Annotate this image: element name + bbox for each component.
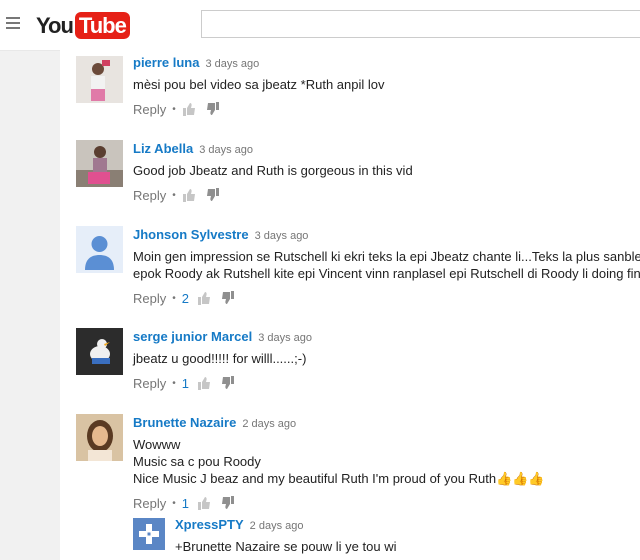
reply-button[interactable]: Reply	[133, 496, 166, 511]
separator-dot: •	[172, 292, 176, 304]
comment-text-line: Moin gen impression se Rutschell ki ekri…	[133, 249, 640, 264]
thumbs-down-icon[interactable]	[221, 376, 235, 390]
comment-actions: Reply •	[133, 101, 640, 117]
comment-time[interactable]: 3 days ago	[255, 230, 309, 242]
comment-time[interactable]: 3 days ago	[205, 58, 259, 70]
reply-button[interactable]: Reply	[133, 102, 166, 117]
thumbs-up-icon[interactable]	[182, 188, 196, 202]
comment-body: Brunette Nazaire 2 days ago Wowww Music s…	[133, 414, 640, 511]
comment-text: jbeatz u good!!!!! for willl......;-)	[133, 351, 307, 366]
comment-author[interactable]: Liz Abella	[133, 141, 193, 156]
search-input[interactable]	[201, 10, 640, 38]
thumbs-down-icon[interactable]	[221, 291, 235, 305]
comment-time[interactable]: 3 days ago	[199, 144, 253, 156]
comment-time[interactable]: 2 days ago	[250, 520, 304, 532]
comment-actions: Reply • 1	[133, 495, 640, 511]
like-count: 1	[181, 375, 189, 391]
comment-author[interactable]: Brunette Nazaire	[133, 415, 236, 430]
logo-tube: Tube	[74, 12, 130, 39]
comment-text-line: Wowww	[133, 437, 181, 452]
comment-author[interactable]: pierre luna	[133, 55, 199, 70]
comment-actions: Reply • 2	[133, 290, 640, 306]
like-count: 2	[181, 290, 189, 306]
thumbs-up-icon[interactable]	[197, 291, 211, 305]
comment-text-line: Nice Music J beaz and my beautiful Ruth …	[133, 470, 640, 487]
avatar[interactable]	[133, 518, 165, 550]
thumbs-down-icon[interactable]	[221, 496, 235, 510]
comment-text-line: epok Roody ak Rutshell kite epi Vincent …	[133, 266, 640, 281]
reply-button[interactable]: Reply	[133, 376, 166, 391]
comment-text: +Brunette Nazaire se pouw li ye tou wi	[175, 539, 397, 554]
comment-body: serge junior Marcel 3 days ago jbeatz u g…	[133, 328, 640, 391]
comment-body: Liz Abella 3 days ago Good job Jbeatz and…	[133, 140, 640, 203]
comment-author[interactable]: serge junior Marcel	[133, 329, 252, 344]
top-bar: You Tube	[0, 0, 640, 51]
separator-dot: •	[172, 103, 176, 115]
youtube-logo[interactable]: You Tube	[36, 12, 130, 39]
separator-dot: •	[172, 377, 176, 389]
comment-author[interactable]: Jhonson Sylvestre	[133, 227, 249, 242]
avatar[interactable]	[76, 56, 123, 103]
thumbs-down-icon[interactable]	[206, 188, 220, 202]
comment-text: mèsi pou bel video sa jbeatz *Ruth anpil…	[133, 77, 385, 92]
comment-actions: Reply • 1	[133, 375, 640, 391]
comments-panel: pierre luna 3 days ago mèsi pou bel video…	[60, 50, 640, 560]
comment-text: Good job Jbeatz and Ruth is gorgeous in …	[133, 163, 413, 178]
avatar[interactable]	[76, 226, 123, 273]
thumbs-up-icon[interactable]	[182, 102, 196, 116]
avatar[interactable]	[76, 140, 123, 187]
avatar[interactable]	[76, 414, 123, 461]
comment-body: pierre luna 3 days ago mèsi pou bel video…	[133, 54, 640, 117]
thumbs-down-icon[interactable]	[206, 102, 220, 116]
like-count: 1	[181, 495, 189, 511]
thumbs-up-icon[interactable]	[197, 376, 211, 390]
comment-text-line: Music sa c pou Roody	[133, 454, 261, 469]
comment-actions: Reply •	[133, 187, 640, 203]
comment-text: Nice Music J beaz and my beautiful Ruth …	[133, 471, 497, 486]
thumbs-up-emoji: 👍👍👍	[496, 471, 545, 486]
separator-dot: •	[172, 189, 176, 201]
separator-dot: •	[172, 497, 176, 509]
comment-body: XpressPTY 2 days ago +Brunette Nazaire se…	[175, 516, 640, 555]
menu-icon[interactable]	[6, 17, 20, 29]
reply-button[interactable]: Reply	[133, 291, 166, 306]
thumbs-up-icon[interactable]	[197, 496, 211, 510]
avatar[interactable]	[76, 328, 123, 375]
comment-time[interactable]: 2 days ago	[242, 418, 296, 430]
reply-button[interactable]: Reply	[133, 188, 166, 203]
comment-body: Jhonson Sylvestre 3 days ago Moin gen imp…	[133, 226, 640, 306]
logo-you: You	[36, 12, 74, 38]
comment-author[interactable]: XpressPTY	[175, 517, 244, 532]
comment-time[interactable]: 3 days ago	[258, 332, 312, 344]
